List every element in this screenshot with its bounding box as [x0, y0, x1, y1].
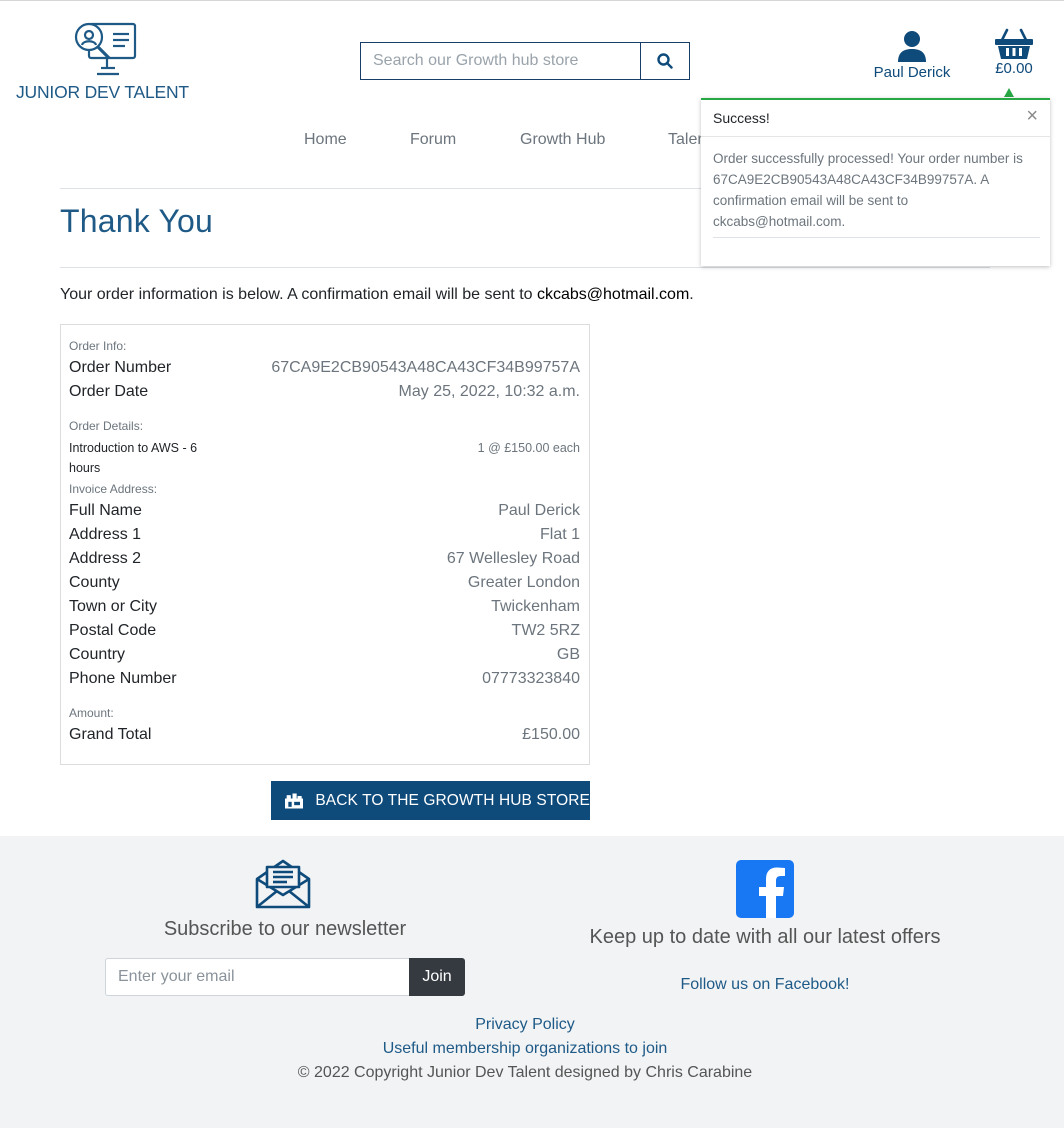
- address-label: Full Name: [69, 502, 142, 519]
- address-label: Town or City: [69, 598, 158, 615]
- facebook-icon[interactable]: [736, 860, 794, 918]
- address-row: County Greater London: [69, 574, 580, 596]
- toast-divider-bottom: [713, 237, 1040, 238]
- toast-message: Order successfully processed! Your order…: [713, 151, 1023, 229]
- success-toast: Success! × Order successfully processed!…: [701, 98, 1050, 266]
- cart-total: £0.00: [995, 60, 1033, 77]
- address-row: Town or City Twickenham: [69, 598, 580, 620]
- monitor-magnifier-logo-icon: [74, 22, 137, 76]
- copyright: © 2022 Copyright Junior Dev Talent desig…: [297, 1064, 753, 1081]
- address-label: County: [69, 574, 120, 591]
- search-button[interactable]: [640, 43, 689, 79]
- intro-text-body: Your order information is below. A confi…: [60, 286, 537, 303]
- address-value: GB: [556, 646, 580, 663]
- order-details-heading: Order Details:: [69, 419, 144, 433]
- account-name: Paul Derick: [873, 64, 951, 81]
- address-label: Phone Number: [69, 670, 177, 687]
- order-number-value: 67CA9E2CB90543A48CA43CF34B99757A: [271, 359, 580, 376]
- address-label: Address 1: [69, 526, 142, 543]
- product-quantity: 1 @ £150.00 each: [477, 441, 580, 455]
- address-label: Country: [69, 646, 126, 663]
- cart-link[interactable]: £0.00: [988, 28, 1040, 77]
- address-value: Paul Derick: [498, 502, 580, 519]
- address-row: Country GB: [69, 646, 580, 668]
- order-info-heading: Order Info:: [69, 339, 127, 353]
- intro-text: Your order information is below. A confi…: [60, 286, 694, 304]
- amount-heading: Amount:: [69, 706, 114, 720]
- order-summary: Order Info: Order Number 67CA9E2CB90543A…: [60, 324, 590, 765]
- search-input[interactable]: [361, 43, 640, 79]
- intro-end: .: [689, 286, 694, 303]
- top-border: [0, 0, 1064, 1]
- grand-total-row: Grand Total £150.00: [69, 726, 580, 748]
- order-number-row: Order Number 67CA9E2CB90543A48CA43CF34B9…: [69, 359, 580, 381]
- user-icon: [898, 31, 926, 62]
- brand-name: JUNIOR DEV TALENT: [16, 82, 189, 102]
- close-icon[interactable]: ×: [1026, 106, 1038, 126]
- back-to-store-label: BACK TO THE GROWTH HUB STORE: [315, 791, 590, 809]
- address-value: Greater London: [467, 574, 580, 591]
- address-label: Address 2: [69, 550, 142, 567]
- address-row: Postal Code TW2 5RZ: [69, 622, 580, 644]
- divider-bottom: [60, 267, 990, 268]
- order-number-label: Order Number: [69, 359, 172, 376]
- address-value: Twickenham: [491, 598, 580, 615]
- basket-icon: [995, 28, 1033, 59]
- invoice-heading: Invoice Address:: [69, 482, 158, 496]
- join-button[interactable]: Join: [409, 958, 465, 996]
- product-name: Introduction to AWS - 6 hours: [69, 441, 198, 475]
- address-value: TW2 5RZ: [511, 622, 580, 639]
- shop-icon: [285, 793, 304, 808]
- address-row: Address 1 Flat 1: [69, 526, 580, 548]
- toast-title: Success!: [713, 110, 770, 126]
- newsletter-form: Join: [105, 958, 465, 996]
- page-title: Thank You: [60, 203, 214, 239]
- address-row: Address 2 67 Wellesley Road: [69, 550, 580, 572]
- facebook-link[interactable]: Follow us on Facebook!: [530, 976, 1000, 994]
- privacy-policy-link[interactable]: Privacy Policy: [0, 1016, 1050, 1034]
- search-bar: [360, 42, 690, 80]
- intro-email: ckcabs@hotmail.com: [536, 286, 690, 303]
- grand-total-value: £150.00: [522, 726, 580, 743]
- brand-logo[interactable]: JUNIOR DEV TALENT: [16, 20, 196, 102]
- address-value: Flat 1: [539, 526, 580, 543]
- envelope-open-icon: [255, 859, 311, 909]
- address-label: Postal Code: [69, 622, 157, 639]
- toast-arrow: [1004, 88, 1014, 97]
- address-value: 07773323840: [482, 670, 580, 687]
- address-value: 67 Wellesley Road: [446, 550, 580, 567]
- nav-home[interactable]: Home: [304, 131, 347, 149]
- nav-forum[interactable]: Forum: [410, 131, 456, 149]
- memberships-link[interactable]: Useful membership organizations to join: [0, 1040, 1050, 1058]
- nav-growth-hub[interactable]: Growth Hub: [520, 131, 605, 149]
- facebook-title: Keep up to date with all our latest offe…: [589, 926, 941, 948]
- order-date-value: May 25, 2022, 10:32 a.m.: [398, 383, 580, 400]
- newsletter-email-input[interactable]: [105, 958, 409, 996]
- order-date-row: Order Date May 25, 2022, 10:32 a.m.: [69, 383, 580, 405]
- search-icon: [657, 53, 673, 69]
- back-to-store-button[interactable]: BACK TO THE GROWTH HUB STORE: [271, 781, 590, 820]
- toast-divider: [701, 136, 1050, 137]
- account-menu[interactable]: Paul Derick: [866, 30, 958, 81]
- address-row: Full Name Paul Derick: [69, 502, 580, 524]
- grand-total-label: Grand Total: [69, 726, 152, 743]
- order-date-label: Order Date: [69, 383, 149, 400]
- address-row: Phone Number 07773323840: [69, 670, 580, 692]
- newsletter-title: Subscribe to our newsletter: [163, 918, 407, 940]
